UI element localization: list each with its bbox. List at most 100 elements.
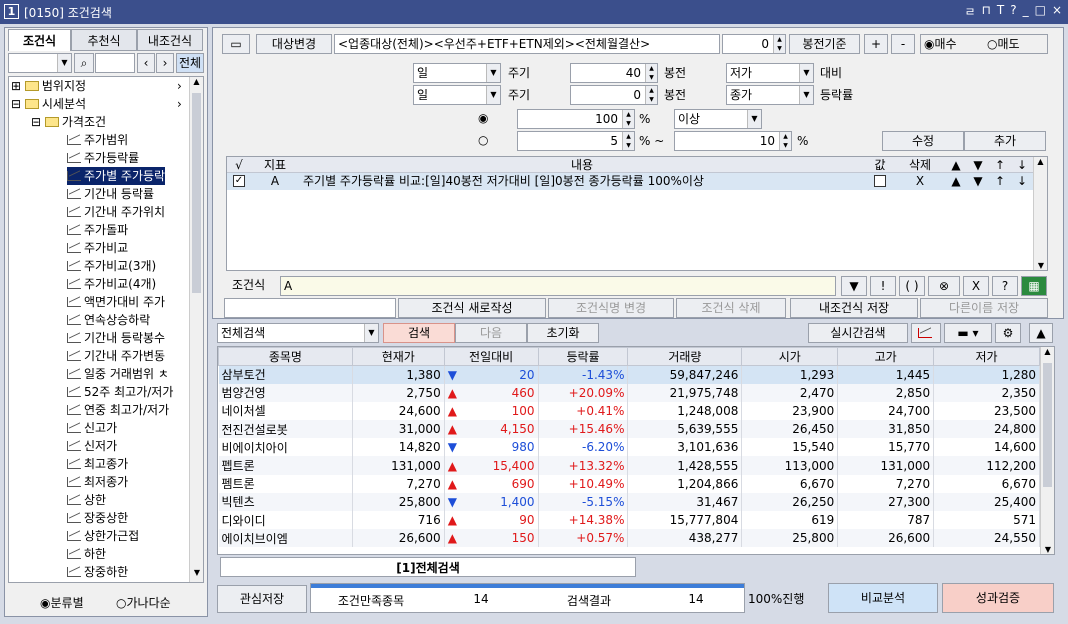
row-checkbox[interactable]: ✓ [233,175,245,187]
xor-button[interactable]: ⊗ [928,276,960,296]
price-type-select-1[interactable]: 저가 ▼ [726,63,814,83]
radio-buy[interactable]: ◉매수 [924,35,957,53]
table-row[interactable]: 삼부토건 1,380 ▼ 20 -1.43% 59,847,246 1,293 1,445 1,… [218,365,1040,384]
tree-item[interactable]: 기간내 등락봉수 [67,329,165,347]
column-header[interactable]: 저가 [933,347,1040,366]
period-select-1[interactable]: 일 ▼ [413,63,501,83]
column-header[interactable]: 고가 [837,347,935,366]
search-button[interactable]: 검색 [383,323,455,343]
period-select-2[interactable]: 일 ▼ [413,85,501,105]
font-icon[interactable]: T [997,3,1004,20]
tab-recommended[interactable]: 추천식 [71,29,137,51]
grid-scrollbar[interactable]: ▲ ▼ [1033,157,1047,270]
new-condition-button[interactable]: 조건식 새로작성 [398,298,546,318]
save-watchlist-button[interactable]: 관심저장 [217,585,307,613]
bong-basis-button[interactable]: 봉전기준 [789,34,860,54]
gear-icon[interactable]: ⚙ [995,323,1021,343]
spinner-icon[interactable]: ▲ ▼ [622,110,634,128]
radio-sell[interactable]: ○매도 [987,35,1020,53]
minus-button[interactable]: - [891,34,915,54]
tree-item[interactable]: 연중 최고가/저가 [67,401,169,419]
column-header[interactable]: 현재가 [351,347,445,366]
column-header[interactable]: 종목명 [218,347,353,366]
tab-my-conditions[interactable]: 내조건식 [137,29,203,51]
bong-count-input-1[interactable]: 40 ▲ ▼ [570,63,658,83]
scope-select[interactable]: 전체검색 ▼ [217,323,379,343]
column-header[interactable]: 거래량 [627,347,743,366]
collapse-up-icon[interactable]: ▲ [1029,323,1053,343]
next-button[interactable]: 다음 [455,323,527,343]
maximize-icon[interactable]: □ [1035,3,1046,20]
close-icon[interactable]: × [1052,3,1062,20]
radio-threshold[interactable]: ◉ [478,109,488,127]
delete-condition-button[interactable]: 조건식 삭제 [676,298,786,318]
category-select[interactable]: ▼ [8,53,72,73]
table-row[interactable]: 빅텐츠 25,800 ▼ 1,400 -5.15% 31,467 26,250 27,300 2… [218,492,1040,511]
percent-input-2[interactable]: 5 ▲ ▼ [517,131,635,151]
tree-node-price-analysis[interactable]: ⊟ 시세분석 [11,95,86,113]
tree-node-price-condition[interactable]: ⊟ 가격조건 [31,113,106,131]
above-select[interactable]: 이상 ▼ [674,109,762,129]
add-button[interactable]: 추가 [964,131,1046,151]
price-type-select-2[interactable]: 종가 ▼ [726,85,814,105]
layout-icon[interactable]: ㄹ [964,3,975,20]
results-scrollbar[interactable]: ▲ ▼ [1040,347,1054,554]
tree-node-range[interactable]: ⊞ 범위지정 [11,77,86,95]
tree-item[interactable]: 하한 [67,545,106,563]
tree-item[interactable]: 주가비교 [67,239,128,257]
move-top-icon[interactable]: ↑ [989,173,1011,190]
tree-item[interactable]: 주가범위 [67,131,128,149]
condition-name-input[interactable] [224,298,396,318]
move-bottom-icon[interactable]: ↓ [1011,173,1033,190]
table-row[interactable]: 비에이치아이 14,820 ▼ 980 -6.20% 3,101,636 15,540 15,… [218,438,1040,457]
columns-icon[interactable]: ▬ ▾ [944,323,992,343]
target-change-button[interactable]: 대상변경 [256,34,332,54]
spinner-icon[interactable]: ▲ ▼ [773,35,785,53]
spinner-icon[interactable]: ▲ ▼ [645,86,657,104]
paren-button[interactable]: ( ) [899,276,925,296]
next-icon[interactable]: › [156,53,174,73]
rename-condition-button[interactable]: 조건식명 변경 [548,298,674,318]
grid-row[interactable]: ✓ A 주기별 주가등락률 비교:[일]40봉전 저가대비 [일]0봉전 종가등… [227,173,1033,190]
realtime-search-button[interactable]: 실시간검색 [808,323,908,343]
column-header[interactable]: 전일대비 [443,347,539,366]
filter-all-button[interactable]: 전체 [176,53,204,73]
bong-value-input[interactable]: 0 ▲ ▼ [722,34,786,54]
tree-item[interactable]: 주가별 주가등락 [67,167,166,185]
tree-item[interactable]: 주가돌파 [67,221,128,239]
formula-input[interactable]: A [280,276,836,296]
value-checkbox[interactable] [874,175,886,187]
save-as-button[interactable]: 다른이름 저장 [920,298,1048,318]
compare-analysis-button[interactable]: 비교분석 [828,583,938,613]
scroll-down-icon[interactable]: ▼ [1041,545,1054,554]
scroll-up-icon[interactable]: ▲ [1034,157,1047,166]
prev-icon[interactable]: ‹ [137,53,155,73]
spinner-icon[interactable]: ▲ ▼ [779,132,791,150]
column-header[interactable]: 시가 [741,347,839,366]
help-button[interactable]: ? [992,276,1018,296]
tree-item[interactable]: 주가비교(4개) [67,275,156,293]
formula-dropdown-button[interactable]: ▼ [841,276,867,296]
tree-item[interactable]: 기간내 등락률 [67,185,154,203]
table-row[interactable]: 전진건설로봇 31,000 ▲ 4,150 +15.46% 5,639,555 26,450… [218,420,1040,439]
move-down-icon[interactable]: ▼ [967,173,989,190]
spinner-icon[interactable]: ▲ ▼ [645,64,657,82]
minimize-icon[interactable]: _ [1023,3,1029,20]
window-icon[interactable]: ▭ [222,34,250,54]
tree-item[interactable]: 신고가 [67,419,117,437]
scroll-down-icon[interactable]: ▼ [190,568,203,582]
search-input[interactable] [95,53,135,73]
tree-scrollbar[interactable]: ▲ ▼ [189,77,203,582]
tree-item[interactable]: 상한 [67,491,106,509]
table-row[interactable]: 디와이디 716 ▲ 90 +14.38% 15,777,804 619 787 571 [218,511,1040,530]
collapse-icon[interactable]: ⊟ [11,97,21,111]
clear-button[interactable]: X [963,276,989,296]
expand-icon[interactable]: ⊞ [11,79,21,93]
scroll-thumb[interactable] [1043,363,1052,487]
tree-item[interactable]: 장중하한 [67,563,128,581]
table-row[interactable]: 에이치브이엠 26,600 ▲ 150 +0.57% 438,277 25,800 26,60… [218,529,1040,548]
move-up-icon[interactable]: ▲ [945,173,967,190]
spinner-icon[interactable]: ▲ ▼ [622,132,634,150]
row-delete-button[interactable]: X [895,173,945,190]
scroll-up-icon[interactable]: ▲ [1041,347,1054,356]
